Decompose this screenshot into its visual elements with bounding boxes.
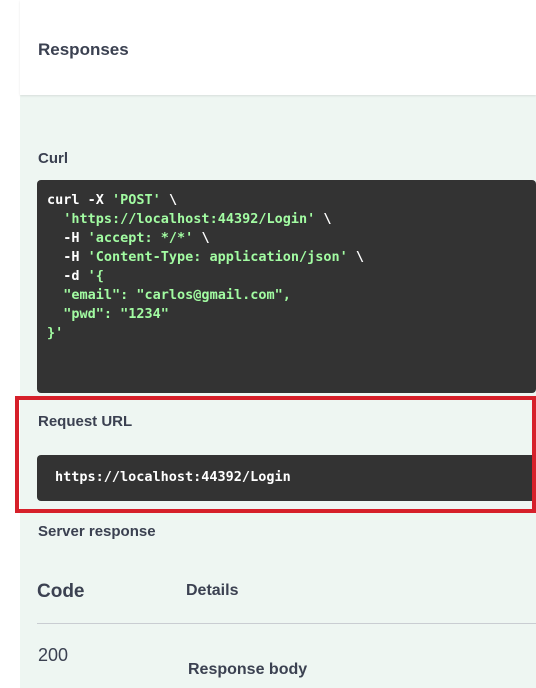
server-response-label: Server response — [38, 523, 156, 540]
curl-line: -d '{ — [47, 268, 104, 284]
curl-label: Curl — [38, 150, 68, 167]
curl-line: curl -X 'POST' \ — [47, 192, 178, 208]
swagger-response-view: Responses Curl curl -X 'POST' \ 'https:/… — [0, 0, 536, 688]
curl-command-block[interactable]: curl -X 'POST' \ 'https://localhost:4439… — [37, 180, 536, 393]
curl-line: -H 'accept: */*' \ — [47, 230, 210, 246]
curl-line: 'https://localhost:44392/Login' \ — [63, 211, 332, 227]
curl-line: }' — [47, 325, 64, 341]
curl-line: "email": "carlos@gmail.com", — [63, 287, 291, 303]
execution-result-panel: Curl curl -X 'POST' \ 'https://localhost… — [15, 95, 536, 688]
response-body-label: Response body — [188, 661, 308, 678]
response-status-code: 200 — [38, 645, 69, 665]
request-url-highlight — [15, 396, 536, 513]
responses-header: Responses — [20, 0, 536, 95]
details-column-header: Details — [186, 582, 239, 599]
curl-line: "pwd": "1234" — [63, 306, 169, 322]
code-column-header: Code — [37, 581, 85, 602]
table-divider — [37, 623, 536, 624]
responses-title: Responses — [38, 40, 129, 59]
curl-line: -H 'Content-Type: application/json' \ — [47, 249, 364, 265]
